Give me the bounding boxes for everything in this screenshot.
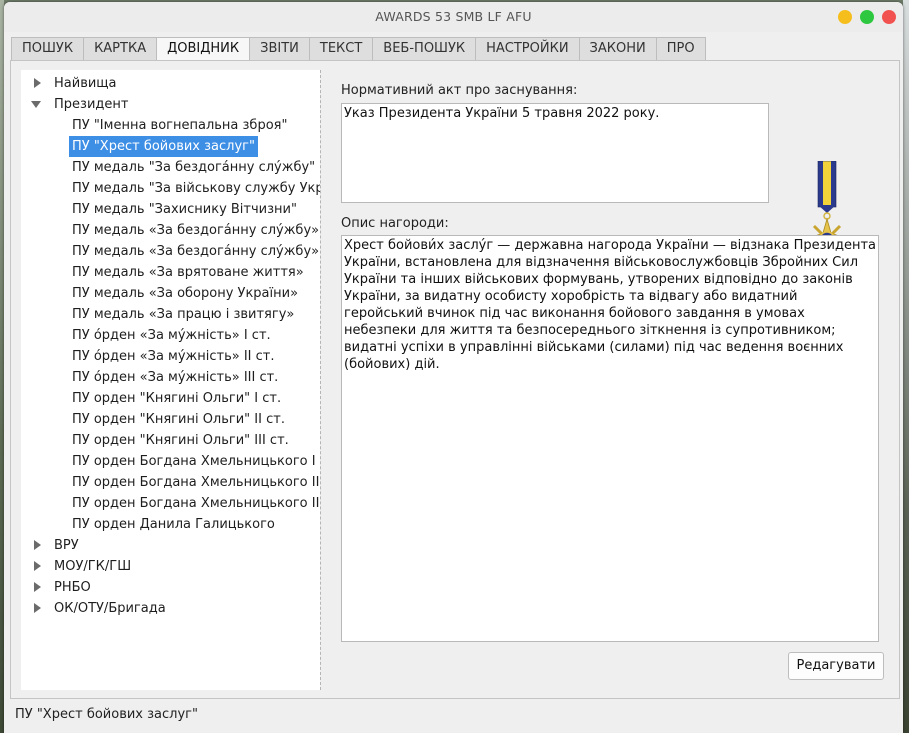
tree-item[interactable]: ПУ орден Данила Галицького [69, 514, 278, 535]
expand-arrow-icon[interactable] [34, 603, 41, 613]
desktop-background-right [903, 0, 909, 733]
tree-item[interactable]: ПУ медаль "За військову службу Україні" [69, 178, 320, 199]
tree-group-president[interactable]: Президент [21, 94, 320, 115]
tree-group-label: ОК/ОТУ/Бригада [54, 601, 166, 616]
status-text: ПУ "Хрест бойових заслуг" [15, 707, 198, 722]
tree-item[interactable]: ПУ орден "Княгині Ольги" III ст. [69, 430, 292, 451]
expand-arrow-icon[interactable] [34, 561, 41, 571]
tree-group-label: Президент [54, 97, 129, 112]
tree-item-selected[interactable]: ПУ "Хрест бойових заслуг" [69, 136, 258, 157]
awards-tree[interactable]: Найвища Президент ПУ "Іменна вогнепальна… [21, 70, 320, 690]
tree-item[interactable]: ПУ медаль "За бездога́нну слу́жбу" III с… [69, 157, 320, 178]
status-bar: ПУ "Хрест бойових заслуг" [4, 700, 903, 733]
maximize-button[interactable] [860, 10, 874, 24]
normative-act-label: Нормативний акт про заснування: [341, 83, 578, 98]
title-bar[interactable]: AWARDS 53 SMB LF AFU [4, 2, 903, 32]
tab-reports[interactable]: ЗВІТИ [250, 37, 310, 61]
tree-item[interactable]: ПУ медаль «За бездога́нну слу́жбу» I ст. [69, 220, 320, 241]
tree-group-label: РНБО [54, 580, 91, 595]
tab-search[interactable]: ПОШУК [11, 37, 85, 61]
tree-item[interactable]: ПУ медаль «За бездога́нну слу́жбу» II ст… [69, 241, 320, 262]
edit-button[interactable]: Редагувати [788, 652, 884, 680]
app-window: AWARDS 53 SMB LF AFU ПОШУК КАРТКА ДОВІДН… [4, 2, 903, 733]
tree-group-ok-otu-brigade[interactable]: ОК/ОТУ/Бригада [21, 598, 320, 619]
collapse-arrow-icon[interactable] [31, 101, 41, 108]
expand-arrow-icon[interactable] [34, 540, 41, 550]
tree-item[interactable]: ПУ орден Богдана Хмельницького II ст. [69, 472, 320, 493]
tree-item[interactable]: ПУ медаль «За врятоване життя» [69, 262, 307, 283]
expand-arrow-icon[interactable] [34, 582, 41, 592]
directory-panel: Найвища Президент ПУ "Іменна вогнепальна… [10, 60, 900, 699]
tab-directory[interactable]: ДОВІДНИК [157, 37, 251, 61]
tree-group-vru[interactable]: ВРУ [21, 535, 320, 556]
tab-laws[interactable]: ЗАКОНИ [579, 37, 657, 61]
tree-item[interactable]: ПУ орден Богдана Хмельницького III ст. [69, 493, 320, 514]
main-tabs: ПОШУК КАРТКА ДОВІДНИК ЗВІТИ ТЕКСТ ВЕБ-ПО… [11, 37, 706, 61]
tree-item[interactable]: ПУ о́рден «За му́жність» I ст. [69, 325, 274, 346]
tree-item[interactable]: ПУ "Іменна вогнепальна зброя" [69, 115, 290, 136]
expand-arrow-icon[interactable] [34, 78, 41, 88]
tab-card[interactable]: КАРТКА [84, 37, 158, 61]
tree-group-label: МОУ/ГК/ГШ [54, 559, 132, 574]
tab-settings[interactable]: НАСТРОЙКИ [476, 37, 580, 61]
tree-item[interactable]: ПУ орден "Княгині Ольги" I ст. [69, 388, 284, 409]
tree-item[interactable]: ПУ о́рден «За му́жність» II ст. [69, 346, 277, 367]
description-field[interactable]: Хрест бойови́х заслу́г — державна нагоро… [341, 235, 879, 642]
description-label: Опис нагороди: [341, 216, 449, 231]
tree-group-mou[interactable]: МОУ/ГК/ГШ [21, 556, 320, 577]
tab-web-search[interactable]: ВЕБ-ПОШУК [373, 37, 477, 61]
tree-group-rnbo[interactable]: РНБО [21, 577, 320, 598]
tab-about[interactable]: ПРО [656, 37, 706, 61]
tree-group-label: ВРУ [54, 538, 79, 553]
splitter-handle[interactable] [320, 70, 321, 690]
tree-item[interactable]: ПУ медаль «За працю і звитягу» [69, 304, 297, 325]
tree-item[interactable]: ПУ медаль "Захиснику Вітчизни" [69, 199, 300, 220]
tree-item[interactable]: ПУ медаль «За оборону України» [69, 283, 301, 304]
normative-act-field[interactable]: Указ Президента України 5 травня 2022 ро… [341, 103, 769, 203]
minimize-button[interactable] [838, 10, 852, 24]
tree-item[interactable]: ПУ орден Богдана Хмельницького I ст. [69, 451, 320, 472]
tree-item[interactable]: ПУ орден "Княгині Ольги" II ст. [69, 409, 288, 430]
tree-group-highest[interactable]: Найвища [21, 73, 320, 94]
tab-text[interactable]: ТЕКСТ [309, 37, 374, 61]
tree-group-label: Найвища [54, 76, 117, 91]
window-title: AWARDS 53 SMB LF AFU [375, 9, 532, 24]
close-button[interactable] [882, 10, 896, 24]
tree-item[interactable]: ПУ о́рден «За му́жність» III ст. [69, 367, 281, 388]
